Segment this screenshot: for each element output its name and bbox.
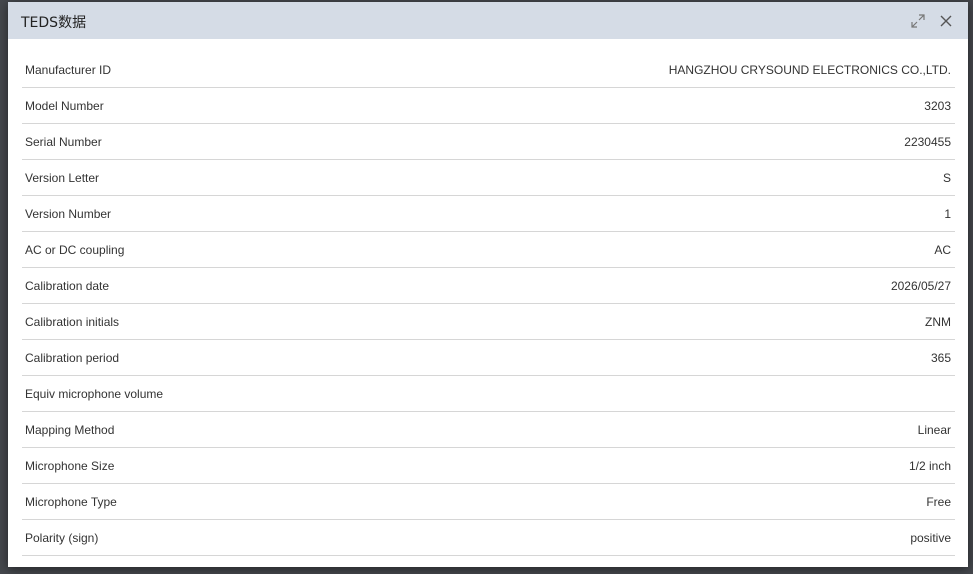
row-label: AC or DC coupling [25,243,125,257]
row-value: positive [910,531,951,545]
table-row: Serial Number 2230455 [22,124,955,160]
row-value: 2230455 [904,135,951,149]
row-label: Microphone Size [25,459,115,473]
row-label: Calibration initials [25,315,120,329]
table-row: Model Number 3203 [22,88,955,124]
teds-dialog: TEDS数据 Manufacturer ID HANGZHOU CRYSOUND… [8,2,968,567]
row-label: Calibration date [25,279,110,293]
row-value: 3203 [924,99,951,113]
row-value: 1 [944,207,951,221]
close-icon[interactable] [938,13,954,29]
row-label: Manufacturer ID [25,63,112,77]
dialog-titlebar: TEDS数据 [8,2,968,39]
row-label: Mapping Method [25,423,115,437]
row-value: 365 [930,351,951,365]
row-value: ZNM [925,315,951,329]
row-value: S [942,171,951,185]
expand-icon[interactable] [910,13,926,29]
table-row: Version Letter S [22,160,955,196]
table-row: Mapping Method Linear [22,412,955,448]
row-value: 1/2 inch [908,459,951,473]
row-label: Microphone Type [25,495,117,509]
row-value: 2026/05/27 [890,279,951,293]
table-row: Calibration date 2026/05/27 [22,268,955,304]
dialog-title: TEDS数据 [21,15,87,31]
table-row: Microphone Size 1/2 inch [22,448,955,484]
teds-table: Manufacturer ID HANGZHOU CRYSOUND ELECTR… [22,52,955,556]
table-row: Version Number 1 [22,196,955,232]
row-value: Free [926,495,951,509]
row-label: Equiv microphone volume [25,387,164,401]
row-label: Calibration period [25,351,120,365]
row-value: AC [934,243,951,257]
table-row: Microphone Type Free [22,484,955,520]
row-label: Serial Number [25,135,102,149]
row-label: Polarity (sign) [25,531,99,545]
table-row: AC or DC coupling AC [22,232,955,268]
table-row: Calibration initials ZNM [22,304,955,340]
row-label: Version Letter [25,171,100,185]
row-label: Version Number [25,207,112,221]
table-row: Polarity (sign) positive [22,520,955,556]
table-row: Manufacturer ID HANGZHOU CRYSOUND ELECTR… [22,52,955,88]
table-row: Equiv microphone volume [22,376,955,412]
table-row: Calibration period 365 [22,340,955,376]
row-value: HANGZHOU CRYSOUND ELECTRONICS CO.,LTD. [668,63,951,77]
row-label: Model Number [25,99,104,113]
row-value: Linear [917,423,951,437]
